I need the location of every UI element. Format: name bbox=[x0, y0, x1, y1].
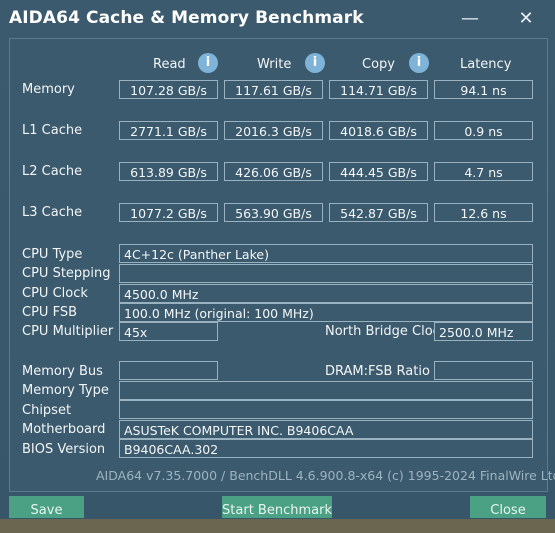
cpu-multiplier-label: CPU Multiplier bbox=[22, 324, 114, 339]
l2-read-value: 613.89 GB/s bbox=[119, 162, 218, 181]
column-write: Write bbox=[257, 57, 292, 72]
memory-type-label: Memory Type bbox=[22, 383, 109, 398]
memory-latency-value: 94.1 ns bbox=[434, 80, 533, 99]
cpu-fsb-label: CPU FSB bbox=[22, 305, 77, 320]
read-info-icon[interactable]: i bbox=[198, 53, 218, 73]
chipset-label: Chipset bbox=[22, 403, 72, 418]
memory-bus-value bbox=[119, 361, 218, 380]
write-info-icon[interactable]: i bbox=[305, 53, 325, 73]
version-footer: AIDA64 v7.35.7000 / BenchDLL 4.6.900.8-x… bbox=[96, 468, 555, 483]
cpu-type-value: 4C+12c (Panther Lake) bbox=[119, 244, 533, 263]
memory-copy-value: 114.71 GB/s bbox=[329, 80, 428, 99]
north-bridge-clock-label: North Bridge Clock bbox=[325, 324, 448, 339]
benchmark-window: AIDA64 Cache & Memory Benchmark — ✕ Read… bbox=[0, 0, 555, 533]
minimize-button[interactable]: — bbox=[455, 6, 485, 32]
cpu-multiplier-value: 45x bbox=[119, 322, 218, 341]
memory-write-value: 117.61 GB/s bbox=[224, 80, 323, 99]
column-latency: Latency bbox=[460, 57, 512, 72]
save-button[interactable]: Save bbox=[9, 496, 84, 518]
l1-row-label: L1 Cache bbox=[22, 123, 83, 138]
background-strip bbox=[0, 519, 555, 533]
cpu-clock-value: 4500.0 MHz bbox=[119, 284, 533, 303]
window-title: AIDA64 Cache & Memory Benchmark bbox=[9, 8, 364, 28]
chipset-value bbox=[119, 400, 533, 419]
north-bridge-clock-value: 2500.0 MHz bbox=[434, 322, 533, 341]
l2-latency-value: 4.7 ns bbox=[434, 162, 533, 181]
memory-type-value bbox=[119, 381, 533, 400]
l1-copy-value: 4018.6 GB/s bbox=[329, 121, 428, 140]
dram-fsb-ratio-value bbox=[434, 361, 533, 380]
cpu-type-label: CPU Type bbox=[22, 247, 83, 262]
cpu-stepping-value bbox=[119, 264, 533, 283]
bios-version-label: BIOS Version bbox=[22, 442, 106, 457]
l2-copy-value: 444.45 GB/s bbox=[329, 162, 428, 181]
cpu-fsb-value: 100.0 MHz (original: 100 MHz) bbox=[119, 303, 533, 322]
l3-latency-value: 12.6 ns bbox=[434, 203, 533, 222]
l1-latency-value: 0.9 ns bbox=[434, 121, 533, 140]
cpu-stepping-label: CPU Stepping bbox=[22, 266, 111, 281]
column-copy: Copy bbox=[362, 57, 395, 72]
close-window-button[interactable]: ✕ bbox=[511, 6, 541, 32]
memory-read-value: 107.28 GB/s bbox=[119, 80, 218, 99]
l3-row-label: L3 Cache bbox=[22, 205, 83, 220]
start-benchmark-button[interactable]: Start Benchmark bbox=[222, 496, 332, 518]
memory-row-label: Memory bbox=[22, 82, 75, 97]
copy-info-icon[interactable]: i bbox=[409, 53, 429, 73]
l2-row-label: L2 Cache bbox=[22, 164, 83, 179]
cpu-clock-label: CPU Clock bbox=[22, 286, 88, 301]
l1-write-value: 2016.3 GB/s bbox=[224, 121, 323, 140]
l3-write-value: 563.90 GB/s bbox=[224, 203, 323, 222]
motherboard-label: Motherboard bbox=[22, 422, 106, 437]
dram-fsb-ratio-label: DRAM:FSB Ratio bbox=[325, 364, 430, 379]
l2-write-value: 426.06 GB/s bbox=[224, 162, 323, 181]
motherboard-value: ASUSTeK COMPUTER INC. B9406CAA bbox=[119, 420, 533, 439]
column-read: Read bbox=[153, 57, 186, 72]
l3-read-value: 1077.2 GB/s bbox=[119, 203, 218, 222]
bios-version-value: B9406CAA.302 bbox=[119, 439, 533, 458]
close-button[interactable]: Close bbox=[470, 496, 546, 518]
memory-bus-label: Memory Bus bbox=[22, 364, 103, 379]
l3-copy-value: 542.87 GB/s bbox=[329, 203, 428, 222]
l1-read-value: 2771.1 GB/s bbox=[119, 121, 218, 140]
